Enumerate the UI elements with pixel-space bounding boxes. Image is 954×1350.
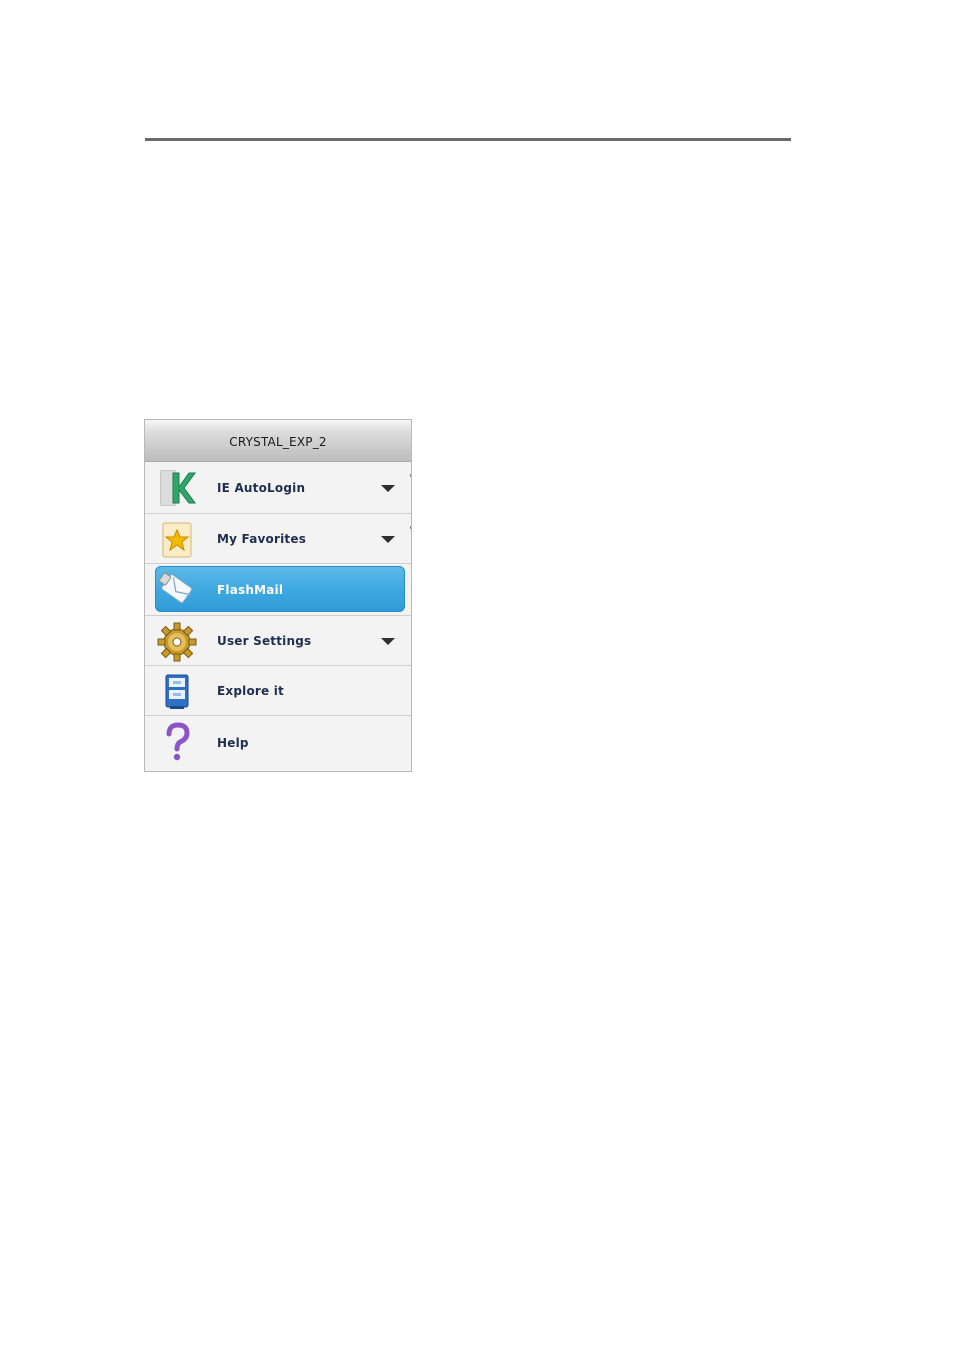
menu-item-label: FlashMail [217, 582, 284, 597]
top-divider-line [145, 138, 791, 141]
chevron-down-icon[interactable] [381, 637, 395, 645]
menu-header: CRYSTAL_EXP_2 [145, 420, 411, 462]
scroll-marker [410, 474, 411, 477]
favorites-star-icon [157, 520, 197, 560]
scroll-marker [410, 526, 411, 529]
explore-drive-icon [157, 672, 197, 712]
menu-item-user-settings[interactable]: User Settings [145, 616, 411, 666]
menu-item-my-favorites[interactable]: My Favorites [145, 514, 411, 564]
menu-item-flashmail[interactable]: FlashMail [145, 564, 411, 616]
chevron-down-icon[interactable] [381, 535, 395, 543]
menu-item-ie-autologin[interactable]: IE AutoLogin [145, 462, 411, 514]
chevron-down-icon[interactable] [381, 484, 395, 492]
menu-item-help[interactable]: Help [145, 716, 411, 769]
help-question-icon [157, 722, 197, 762]
menu-item-label: Explore it [217, 683, 284, 698]
ie-autologin-icon [157, 468, 197, 508]
gear-icon [157, 622, 197, 662]
flashmail-icon [157, 570, 197, 610]
menu-item-label: My Favorites [217, 531, 307, 546]
menu-item-explore-it[interactable]: Explore it [145, 666, 411, 716]
menu-title: CRYSTAL_EXP_2 [229, 434, 327, 449]
crystal-exp-menu-panel: CRYSTAL_EXP_2 IE AutoLogin My Favorites [144, 419, 412, 772]
menu-item-label: IE AutoLogin [217, 480, 306, 495]
menu-item-label: Help [217, 735, 249, 750]
menu-item-label: User Settings [217, 633, 312, 648]
